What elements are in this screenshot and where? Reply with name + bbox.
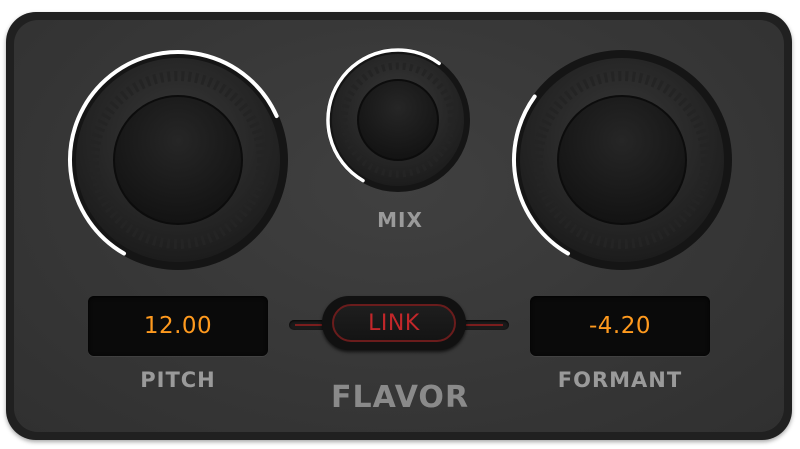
plugin-name: FLAVOR — [330, 380, 470, 415]
formant-display[interactable]: -4.20 — [530, 296, 710, 356]
pitch-display[interactable]: 12.00 — [88, 296, 268, 356]
pitch-value: 12.00 — [143, 313, 213, 339]
link-button-label: LINK — [368, 310, 420, 336]
formant-knob[interactable] — [508, 46, 736, 274]
pitch-knob-graphic — [68, 50, 288, 270]
link-button[interactable]: LINK — [322, 296, 466, 350]
formant-label: FORMANT — [557, 368, 683, 392]
link-button-face: LINK — [332, 304, 456, 342]
formant-knob-graphic — [512, 50, 732, 270]
mix-knob-graphic — [326, 48, 470, 192]
formant-value: -4.20 — [588, 313, 651, 339]
pitch-label: PITCH — [140, 368, 216, 392]
mix-knob[interactable] — [324, 46, 472, 194]
pitch-knob[interactable] — [64, 46, 292, 274]
mix-label: MIX — [377, 208, 423, 232]
